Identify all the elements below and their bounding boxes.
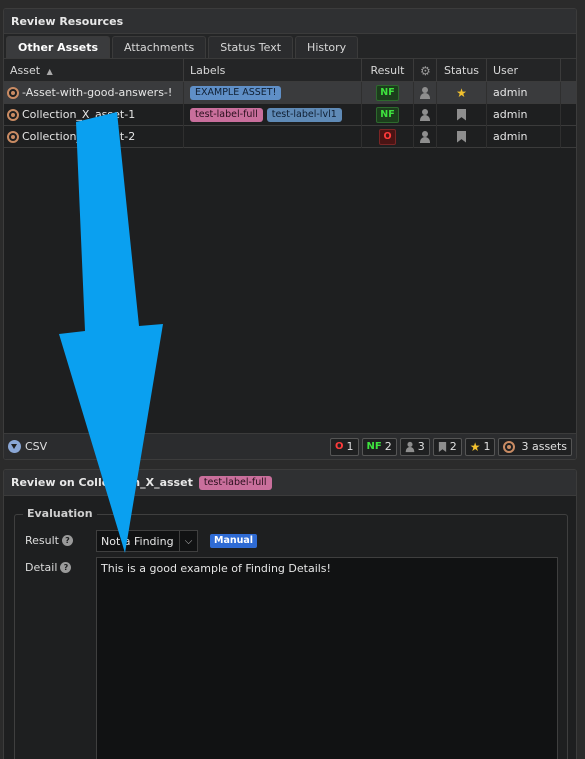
gear-icon: ⚙ xyxy=(420,64,431,78)
detail-label: Detail xyxy=(25,561,58,574)
label-chip: test-label-full xyxy=(198,475,272,490)
grid-footer: CSV O 1 NF 2 3 2 ★ 1 3 assets xyxy=(4,433,576,459)
review-header: Review on Collection_X_asset test-label-… xyxy=(4,470,576,496)
bookmark-icon xyxy=(438,441,447,452)
user-name: admin xyxy=(487,103,561,126)
asset-name: -Asset-with-good-answers-! xyxy=(22,86,173,99)
nf-icon: NF xyxy=(366,441,382,452)
result-row: Result ? xyxy=(25,534,73,547)
download-icon xyxy=(8,440,21,453)
user-name: admin xyxy=(487,125,561,148)
review-resources-panel: Review Resources Other Assets Attachment… xyxy=(3,8,577,460)
table-row[interactable]: Collection_X_asset-1 test-label-full tes… xyxy=(4,103,576,126)
result-badge: NF xyxy=(376,106,399,123)
result-label: Result xyxy=(25,534,59,547)
bookmark-icon xyxy=(457,130,466,143)
asset-icon xyxy=(7,86,19,99)
review-panel: Review on Collection_X_asset test-label-… xyxy=(3,469,577,759)
label-chip: EXAMPLE ASSET! xyxy=(190,85,282,100)
bookmark-icon xyxy=(457,108,466,121)
tab-attachments[interactable]: Attachments xyxy=(112,36,207,58)
chevron-down-icon[interactable]: ⌵ xyxy=(179,531,197,551)
help-icon[interactable]: ? xyxy=(62,535,73,546)
user-icon xyxy=(420,108,430,121)
label-chip: test-label-full xyxy=(190,107,263,122)
panel-title: Review Resources xyxy=(4,9,576,34)
table-row[interactable]: -Asset-with-good-answers-! EXAMPLE ASSET… xyxy=(4,81,576,104)
star-icon: ★ xyxy=(456,85,467,100)
result-select-value: Not a Finding xyxy=(101,534,174,548)
tab-other-assets[interactable]: Other Assets xyxy=(6,36,111,58)
column-header-engine[interactable]: ⚙ xyxy=(414,59,437,81)
manual-badge: Manual xyxy=(210,534,258,548)
asset-icon xyxy=(7,130,19,143)
evaluation-fieldset: Evaluation Result ? Not a Finding ⌵ Manu… xyxy=(14,507,568,759)
grid-header: Asset ▲ Labels Result ⚙ Status User xyxy=(4,59,576,82)
detail-textarea[interactable]: This is a good example of Finding Detail… xyxy=(96,557,558,759)
stats-group: O 1 NF 2 3 2 ★ 1 3 assets xyxy=(330,437,572,456)
detail-row: Detail ? xyxy=(25,561,72,574)
tab-status-text[interactable]: Status Text xyxy=(208,36,294,58)
column-header-user[interactable]: User xyxy=(487,59,561,81)
stat-open: O 1 xyxy=(330,437,359,456)
column-label-asset: Asset xyxy=(10,64,41,77)
sort-ascending-icon: ▲ xyxy=(46,67,53,76)
result-badge: O xyxy=(379,128,396,145)
column-header-status[interactable]: Status xyxy=(437,59,487,81)
open-icon: O xyxy=(335,441,344,452)
csv-export-button[interactable]: CSV xyxy=(8,440,47,453)
stat-manual: 3 xyxy=(399,437,430,456)
column-header-result[interactable]: Result xyxy=(362,59,414,81)
label-chip: test-label-lvl1 xyxy=(266,107,342,122)
evaluation-legend: Evaluation xyxy=(23,507,97,520)
tab-history[interactable]: History xyxy=(295,36,359,58)
csv-label: CSV xyxy=(25,440,48,453)
stat-assets: 3 assets xyxy=(498,437,572,456)
user-icon xyxy=(420,130,430,143)
stat-accepted: ★ 1 xyxy=(464,437,496,456)
asset-icon xyxy=(503,440,516,453)
star-icon: ★ xyxy=(469,439,481,454)
asset-name: Collection_X_asset-1 xyxy=(22,108,136,121)
user-name: admin xyxy=(487,81,561,104)
result-select[interactable]: Not a Finding ⌵ xyxy=(96,530,198,552)
column-header-asset[interactable]: Asset ▲ xyxy=(4,59,184,81)
tab-bar: Other Assets Attachments Status Text His… xyxy=(4,34,576,59)
asset-name: Collection_X_asset-2 xyxy=(22,130,136,143)
table-row[interactable]: Collection_X_asset-2 O admin xyxy=(4,125,576,148)
result-badge: NF xyxy=(376,84,399,101)
stat-not-a-finding: NF 2 xyxy=(361,437,397,456)
review-title: Review on Collection_X_asset xyxy=(11,476,193,489)
asset-icon xyxy=(7,108,19,121)
stat-saved: 2 xyxy=(432,437,462,456)
app-root: Review Resources Other Assets Attachment… xyxy=(0,0,585,759)
user-icon xyxy=(405,441,414,452)
user-icon xyxy=(420,86,430,99)
help-icon[interactable]: ? xyxy=(60,562,72,573)
column-header-labels[interactable]: Labels xyxy=(184,59,362,81)
